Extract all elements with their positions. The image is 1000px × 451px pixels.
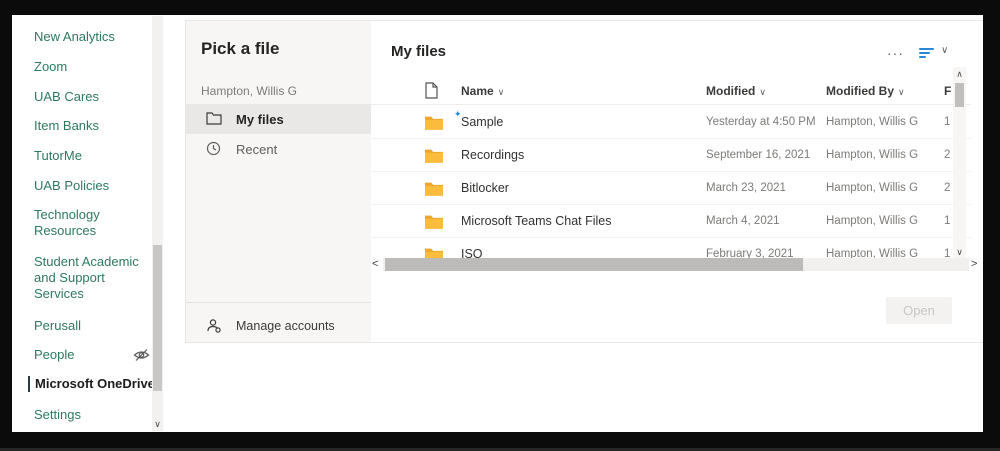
view-chevron-down-icon[interactable]: ∨ [941,45,948,56]
sidebar-item-tutorme[interactable]: TutorMe [34,148,156,164]
file-modified-by: Hampton, Willis G [826,149,918,161]
column-header-name[interactable]: Name ∨ [461,84,504,98]
file-modified: March 23, 2021 [706,182,786,194]
sidebar-item-settings[interactable]: Settings [34,407,156,423]
sidebar-item-student-academic-support[interactable]: Student Academic and Support Services [34,254,156,302]
folder-outline-icon [206,111,222,127]
file-name: Sample [461,115,503,129]
sidebar-item-zoom[interactable]: Zoom [34,59,156,75]
column-modified-by-label: Modified By [826,84,894,98]
file-list: ✦ Sample Yesterday at 4:50 PM Hampton, W… [371,106,971,259]
more-options-icon[interactable]: ··· [887,45,904,61]
scroll-down-icon[interactable]: ∨ [152,420,163,429]
sidebar-item-uab-cares[interactable]: UAB Cares [34,89,156,105]
sort-view-icon[interactable] [919,48,935,60]
hidden-eye-slash-icon [133,348,150,362]
screenshot-frame: New Analytics Zoom UAB Cares Item Banks … [0,0,1000,451]
file-name: Bitlocker [461,181,509,195]
sidebar-item-technology-resources[interactable]: Technology Resources [34,207,134,239]
scroll-up-icon[interactable]: ∧ [953,69,966,80]
scroll-left-icon[interactable]: < [372,258,378,270]
column-name-label: Name [461,84,494,98]
sort-chevron-icon: ∨ [898,87,905,97]
file-name: Recordings [461,148,524,162]
sidebar-item-new-analytics[interactable]: New Analytics [34,29,156,45]
open-button[interactable]: Open [886,297,952,324]
person-gear-icon [206,318,222,334]
file-modified: March 4, 2021 [706,215,780,227]
sidebar-item-perusall[interactable]: Perusall [34,318,156,334]
clock-icon [206,141,222,157]
folder-icon [425,214,443,229]
folder-icon [425,181,443,196]
file-modified: September 16, 2021 [706,149,810,161]
pane-divider [186,302,371,303]
file-modified-by: Hampton, Willis G [826,215,918,227]
nav-recent[interactable]: Recent [186,134,371,164]
file-size: 1 [944,215,950,227]
sidebar-item-item-banks[interactable]: Item Banks [34,118,156,134]
nav-recent-label: Recent [236,142,277,157]
file-row-iso[interactable]: ISO February 3, 2021 Hampton, Willis G 1 [371,238,971,259]
files-panel: My files ··· ∨ Name ∨ Modified ∨ Modified … [371,21,983,342]
folder-icon [425,115,443,130]
file-row-teams-chat-files[interactable]: Microsoft Teams Chat Files March 4, 2021… [371,205,971,238]
file-type-column-icon[interactable] [425,82,438,99]
file-name: Microsoft Teams Chat Files [461,214,612,228]
file-modified: Yesterday at 4:50 PM [706,116,816,128]
column-header-size[interactable]: F [944,84,951,98]
file-list-vertical-scrollbar[interactable]: ∧ ∨ [953,67,966,260]
file-row-sample[interactable]: ✦ Sample Yesterday at 4:50 PM Hampton, W… [371,106,971,139]
file-size: 1 [944,116,950,128]
column-header-modified-by[interactable]: Modified By ∨ [826,84,905,98]
onedrive-picker-dialog: Pick a file Hampton, Willis G My files [185,20,983,343]
sidebar-scrollbar[interactable]: ∨ [152,16,163,431]
sort-chevron-icon: ∨ [759,87,766,97]
vertical-scrollbar-thumb[interactable] [955,83,964,107]
canvas-page: New Analytics Zoom UAB Cares Item Banks … [12,15,983,432]
picker-left-pane: Pick a file Hampton, Willis G My files [186,21,371,342]
file-list-horizontal-scrollbar[interactable]: < > [371,257,983,272]
scroll-right-icon[interactable]: > [971,258,977,270]
horizontal-scrollbar-thumb[interactable] [385,258,803,271]
nav-my-files-label: My files [236,112,284,127]
file-size: 2 [944,182,950,194]
manage-accounts-button[interactable]: Manage accounts [186,311,371,341]
column-modified-label: Modified [706,84,755,98]
sidebar-scrollbar-thumb[interactable] [153,245,162,391]
file-modified-by: Hampton, Willis G [826,182,918,194]
file-modified-by: Hampton, Willis G [826,116,918,128]
account-name: Hampton, Willis G [201,84,297,98]
file-table-header: Name ∨ Modified ∨ Modified By ∨ F [371,79,971,105]
file-row-bitlocker[interactable]: Bitlocker March 23, 2021 Hampton, Willis… [371,172,971,205]
nav-my-files[interactable]: My files [186,104,371,134]
file-size: 2 [944,149,950,161]
folder-icon [425,148,443,163]
file-row-recordings[interactable]: Recordings September 16, 2021 Hampton, W… [371,139,971,172]
column-header-modified[interactable]: Modified ∨ [706,84,766,98]
sidebar-item-microsoft-onedrive[interactable]: Microsoft OneDrive [28,376,162,392]
manage-accounts-label: Manage accounts [236,319,335,333]
column-size-label: F [944,84,951,98]
sidebar-item-uab-policies[interactable]: UAB Policies [34,178,156,194]
sort-chevron-icon: ∨ [498,87,505,97]
dialog-title: Pick a file [201,39,279,59]
files-panel-title: My files [391,43,446,60]
